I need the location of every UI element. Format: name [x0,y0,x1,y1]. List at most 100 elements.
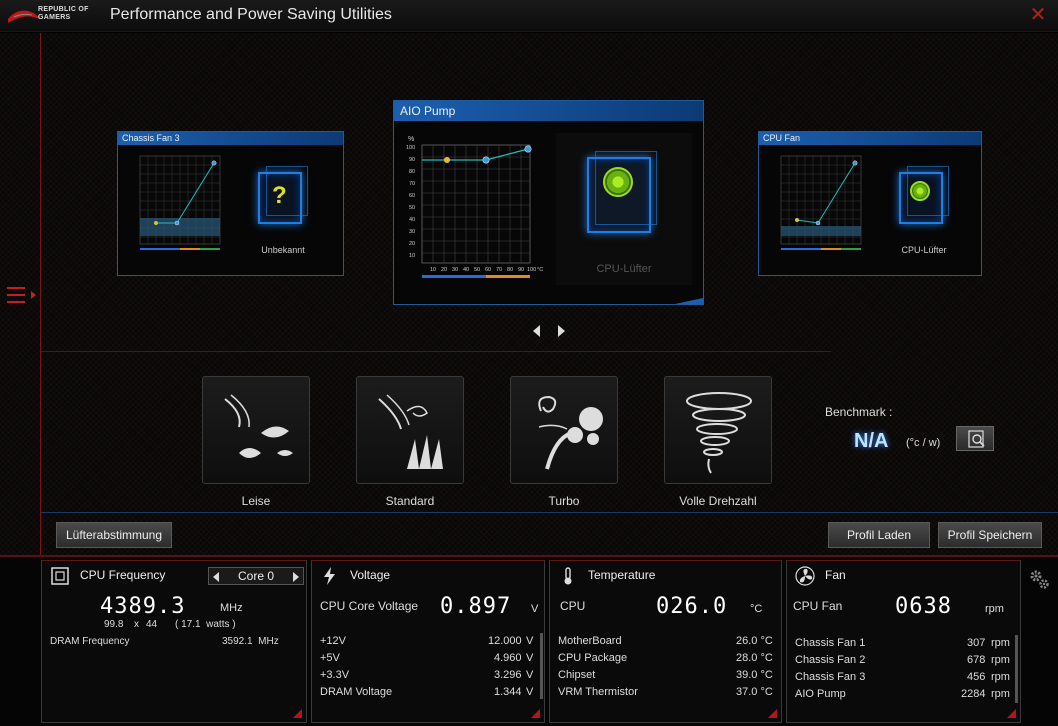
cpu-fan-device-icon [587,151,657,233]
svg-text:60: 60 [409,193,415,199]
mode-standard-label: Standard [385,494,435,508]
cpu-fan-value: 0638 [895,594,952,619]
benchmark-unit: (°c / w) [906,437,941,449]
load-profile-button[interactable]: Profil Laden [828,522,930,548]
svg-text:90: 90 [518,267,524,273]
voltage-row-unit: V [526,669,534,681]
chevron-left-icon[interactable] [533,325,540,337]
fan-card-aio-pump[interactable]: AIO Pump % 100 90 80 70 60 50 40 30 20 10 10 20 30 4… [393,100,704,305]
question-mark: ? [272,182,287,209]
cpu-watts: ( 17.1 watts ) [175,619,236,630]
thermometer-icon [558,566,578,586]
panel-corner [531,709,540,718]
cpu-temp-unit: °C [750,603,763,615]
chevron-right-icon[interactable] [293,572,299,582]
app-title: Performance and Power Saving Utilities [110,6,392,23]
gear-icon[interactable] [1027,567,1051,597]
panel-title: Voltage [350,568,391,582]
fan-tuning-button[interactable]: Lüfterabstimmung [56,522,172,548]
scrollbar[interactable] [540,633,543,699]
temp-row-value: 28.0 °C [736,652,773,664]
cpu-temp-value: 026.0 [656,594,728,619]
panel-title: CPU Frequency [80,568,166,582]
fan-row-unit: rpm [991,671,1010,683]
svg-text:100: 100 [406,145,415,151]
multiplier-value: 44 [146,619,158,630]
benchmark-label: Benchmark : [825,405,893,419]
save-profile-button[interactable]: Profil Speichern [938,522,1042,548]
svg-text:20: 20 [409,241,415,247]
cpu-temp-label: CPU [560,599,586,613]
svg-text:50: 50 [474,267,480,273]
benchmark-value: N/A [854,430,889,452]
svg-text:70: 70 [496,267,502,273]
fan-curve-chart [139,155,221,250]
svg-text:70: 70 [409,181,415,187]
mode-full-speed-button[interactable] [664,376,772,484]
device-label: Unbekannt [261,245,305,255]
fan-card-chassis-fan-3[interactable]: Chassis Fan 3 ? Unbekannt [117,131,344,276]
divider [41,351,831,352]
device-label: CPU-Lüfter [901,245,947,255]
chevron-right-icon[interactable] [558,325,565,337]
panel-corner [293,709,302,718]
mode-standard-button[interactable] [356,376,464,484]
menu-icon[interactable] [5,285,37,307]
ratio-x: x [134,619,139,630]
svg-text:90: 90 [409,157,415,163]
voltage-row-value: 12.000 [488,635,522,647]
unknown-device-icon: ? [258,166,308,224]
voltage-row-label: +5V [320,652,340,664]
mode-silent-label: Leise [241,494,271,508]
mode-turbo-label: Turbo [548,494,580,508]
fan-card-cpu-fan[interactable]: CPU Fan CPU-Lüfter [758,131,982,276]
brand-text: REPUBLIC OF GAMERS [38,6,89,21]
fan-row-unit: rpm [991,654,1010,666]
voltage-row-value: 4.960 [494,652,522,664]
voltage-row-unit: V [526,686,534,698]
dram-frequency-value: 3592.1 MHz [222,636,279,647]
temp-row-label: MotherBoard [558,635,622,647]
fan-row-value: 2284 [961,688,986,700]
svg-text:60: 60 [485,267,491,273]
core-select-value: Core 0 [237,569,275,583]
mode-silent-button[interactable] [202,376,310,484]
svg-text:40: 40 [409,217,415,223]
voltage-row-unit: V [526,635,534,647]
fan-curve-chart: % 100908070605040302010 10 20 30 40 50 60 70 80… [406,136,543,278]
voltage-panel: Voltage CPU Core Voltage 0.897 V +12V 12… [311,560,545,723]
core-select[interactable]: Core 0 [208,567,304,585]
temp-row-label: CPU Package [558,652,628,664]
tornado-icon [686,392,752,474]
fan-card-title: Chassis Fan 3 [118,132,343,145]
cpu-frequency-panel: CPU Frequency Core 0 4389.3 MHz 99.8 x 4… [41,560,307,723]
fan-row-value: 678 [967,654,986,666]
panel-corner [1007,709,1016,718]
lightning-icon [320,566,340,586]
benchmark-button[interactable] [956,426,994,451]
close-icon[interactable]: ✕ [1028,5,1048,25]
voltage-row-value: 1.344 [494,686,522,698]
svg-text:°C: °C [537,267,543,273]
fan-curve-chart [780,155,862,250]
cpu-fan-label: CPU Fan [793,599,843,613]
scrollbar[interactable] [1015,635,1018,703]
fan-row-value: 456 [967,671,986,683]
fan-row-unit: rpm [991,637,1010,649]
mode-turbo-button[interactable] [510,376,618,484]
wind-grass-icon [378,394,443,469]
y-unit: % [408,136,414,143]
voltage-row-label: DRAM Voltage [320,686,393,698]
fan-wheel-icon [603,167,633,197]
fan-panel: Fan CPU Fan 0638 rpm Chassis Fan 1 307 r… [786,560,1021,723]
svg-text:30: 30 [452,267,458,273]
fan-row-label: Chassis Fan 3 [795,671,866,683]
svg-text:30: 30 [409,229,415,235]
cpu-core-voltage-label: CPU Core Voltage [320,599,419,613]
fan-row-label: AIO Pump [795,688,846,700]
temp-row-value: 39.0 °C [736,669,773,681]
cpu-core-voltage-value: 0.897 [440,594,512,619]
chevron-left-icon[interactable] [213,572,219,582]
dram-frequency-label: DRAM Frequency [50,636,130,647]
cpu-frequency-value: 4389.3 [100,594,186,619]
